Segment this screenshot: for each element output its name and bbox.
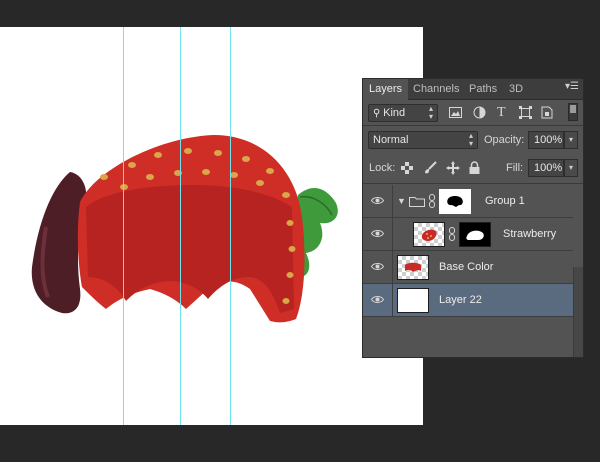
divider: [363, 183, 583, 184]
tab-paths[interactable]: Paths: [463, 79, 503, 99]
guide-line[interactable]: [230, 27, 231, 425]
filter-type-icon[interactable]: T: [497, 105, 511, 120]
document-canvas[interactable]: [0, 27, 423, 425]
layer-row-strawberry[interactable]: Strawberry: [363, 218, 573, 251]
fill-dropdown-button[interactable]: ▾: [564, 159, 578, 177]
divider: [363, 125, 583, 126]
filter-smart-object-icon[interactable]: [541, 106, 555, 120]
guide-line[interactable]: [180, 27, 181, 425]
layer-name[interactable]: Strawberry: [503, 218, 556, 251]
layers-panel: Layers Channels Paths 3D ▾☰ ⚲ Kind ▴ ▾ T …: [362, 78, 584, 358]
link-chain-icon[interactable]: [429, 194, 435, 208]
layer-row-layer-22[interactable]: Layer 22: [363, 284, 573, 317]
visibility-toggle[interactable]: [363, 218, 393, 250]
lock-transparent-pixels-icon[interactable]: [401, 162, 415, 176]
panel-menu-icon[interactable]: ▾☰: [565, 81, 579, 92]
folder-icon: [409, 197, 425, 207]
updown-arrows-icon: ▴ ▾: [428, 104, 433, 121]
group-expand-triangle-icon[interactable]: ▼: [397, 196, 406, 206]
mask-shape-icon: [447, 196, 463, 207]
filter-kind-dropdown[interactable]: ⚲ Kind ▴ ▾: [368, 104, 438, 122]
eye-icon: [371, 197, 384, 204]
search-icon: ⚲: [373, 108, 384, 119]
layers-empty-area: [363, 327, 573, 357]
lock-label: Lock:: [369, 162, 396, 174]
mask-shape-icon: [466, 230, 484, 240]
strawberry-artwork: [31, 135, 338, 323]
layers-scrollbar[interactable]: [573, 267, 583, 357]
layer-thumbnail[interactable]: [413, 222, 445, 247]
eye-icon: [371, 296, 384, 303]
visibility-toggle[interactable]: [363, 251, 393, 283]
lock-all-icon[interactable]: [469, 161, 483, 175]
filter-adjustment-icon[interactable]: [473, 106, 487, 120]
guide-line[interactable]: [123, 27, 124, 425]
layer-name[interactable]: Layer 22: [439, 284, 482, 317]
lock-position-icon[interactable]: [446, 161, 460, 175]
eye-icon: [371, 263, 384, 270]
layer-row-group-1[interactable]: ▼ Group 1: [363, 185, 573, 218]
tab-channels[interactable]: Channels: [407, 79, 465, 99]
opacity-label: Opacity:: [484, 134, 525, 146]
fill-input[interactable]: 100%: [528, 159, 564, 177]
filter-pixel-icon[interactable]: [449, 107, 463, 121]
filter-toggle-switch[interactable]: [568, 103, 582, 121]
fill-label: Fill:: [506, 162, 524, 174]
blend-mode-dropdown[interactable]: Normal ▴ ▾: [368, 131, 478, 149]
panel-tabbar: Layers Channels Paths 3D ▾☰: [363, 79, 583, 100]
visibility-toggle[interactable]: [363, 185, 393, 217]
lock-image-pixels-icon[interactable]: [423, 161, 437, 175]
lock-row: Lock: Fill: 100% ▾: [363, 159, 583, 179]
layer-thumbnail[interactable]: [397, 288, 429, 313]
opacity-dropdown-button[interactable]: ▾: [564, 131, 578, 149]
filter-kind-label: Kind: [383, 107, 406, 119]
filter-shape-icon[interactable]: [519, 106, 533, 120]
blend-mode-value: Normal: [373, 134, 409, 146]
blend-row: Normal ▴ ▾ Opacity: 100% ▾: [363, 131, 583, 151]
layer-mask-thumbnail[interactable]: [459, 222, 491, 247]
layer-row-base-color[interactable]: Base Color: [363, 251, 573, 284]
eye-icon: [371, 230, 384, 237]
opacity-input[interactable]: 100%: [528, 131, 564, 149]
visibility-toggle[interactable]: [363, 284, 393, 316]
group-mask-thumbnail[interactable]: [439, 189, 471, 214]
link-chain-icon[interactable]: [449, 227, 455, 241]
tab-layers[interactable]: Layers: [363, 79, 409, 100]
layer-thumbnail[interactable]: [397, 255, 429, 280]
layer-name[interactable]: Group 1: [485, 185, 525, 218]
layer-name[interactable]: Base Color: [439, 251, 493, 284]
updown-arrows-icon: ▴ ▾: [468, 131, 473, 148]
tab-3d[interactable]: 3D: [503, 79, 529, 99]
filter-row: ⚲ Kind ▴ ▾ T: [363, 103, 583, 123]
